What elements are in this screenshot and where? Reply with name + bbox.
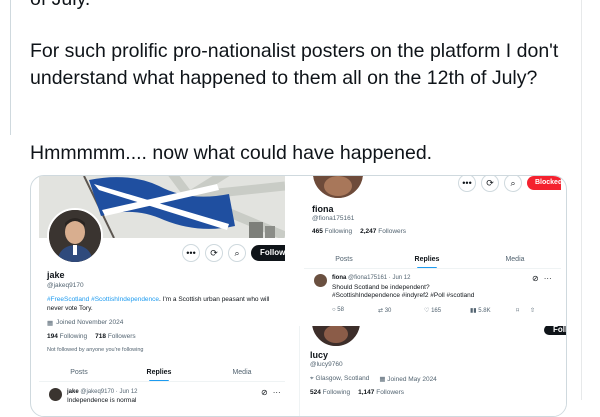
- grok-icon[interactable]: ⊘: [261, 388, 268, 397]
- post-header: fiona @fiona175161 · Jun 12: [332, 275, 411, 281]
- views-icon: ▮▮: [470, 308, 477, 314]
- following-link[interactable]: 194 Following: [47, 333, 87, 340]
- avatar-photo: [49, 210, 101, 262]
- post-actions: ⊘ ···: [532, 274, 552, 283]
- search-icon[interactable]: ⌕: [504, 176, 522, 192]
- repost-icon: ⇄: [378, 308, 384, 314]
- avatar-photo: [312, 326, 360, 346]
- avatar[interactable]: [310, 326, 362, 348]
- following-link[interactable]: 465 Following: [312, 228, 352, 235]
- profile-tabs: Posts Replies Media: [39, 369, 285, 382]
- profile-handle: @fiona175161: [312, 215, 355, 222]
- like-icon: ♡: [424, 308, 430, 314]
- profile-actions: ••• ⟳ ⌕ Follow: [182, 244, 285, 262]
- post-avatar[interactable]: [314, 274, 327, 287]
- thread-line: [10, 0, 11, 135]
- profile-handle: @lucy9760: [310, 361, 343, 368]
- blocked-button[interactable]: Blocked: [527, 176, 561, 190]
- bio-hashtags[interactable]: #FreeScotland #ScottishIndependence: [47, 296, 159, 303]
- profile-bio: #FreeScotland #ScottishIndependence. I'm…: [47, 295, 279, 313]
- profile-meta: ▦ Joined November 2024: [47, 319, 123, 327]
- tweet-paragraph-1: For such prolific pro-nationalist poster…: [30, 40, 559, 89]
- followers-link[interactable]: 718 Followers: [95, 333, 135, 340]
- profile-tabs: Posts Replies Media: [304, 256, 560, 269]
- profile-handle: @jakeq9170: [47, 282, 84, 289]
- tab-posts[interactable]: Posts: [39, 369, 119, 376]
- divider: [39, 381, 285, 382]
- tweet-image[interactable]: ••• ⟳ ⌕ Follow jake @jakeq9170 #FreeScot…: [30, 175, 567, 417]
- following-link[interactable]: 524 Following: [310, 389, 350, 396]
- calendar-icon: ▦: [47, 320, 54, 327]
- profile-actions: ••• ⟳ ⌕ Blocked: [458, 176, 561, 192]
- profile-meta: ⌖ Glasgow, Scotland ▦ Joined May 2024: [310, 375, 437, 383]
- tab-posts[interactable]: Posts: [304, 256, 384, 263]
- more-icon[interactable]: ···: [273, 388, 281, 397]
- profile-card-jake: ••• ⟳ ⌕ Follow jake @jakeq9170 #FreeScot…: [39, 176, 285, 416]
- post-engagement: ○ 58 ⇄ 30 ♡ 165 ▮▮ 5.8K ⌑ ⇧: [332, 307, 544, 314]
- bookmark-icon[interactable]: ⌑: [516, 307, 530, 314]
- avatar[interactable]: [47, 208, 103, 264]
- more-icon[interactable]: •••: [458, 176, 476, 192]
- avatar[interactable]: [311, 176, 365, 200]
- refresh-icon[interactable]: ⟳: [205, 244, 223, 262]
- reply-count[interactable]: ○ 58: [332, 307, 378, 314]
- follow-counts: 465 Following 2,247 Followers: [312, 228, 406, 235]
- not-followed-note: Not followed by anyone you're following: [47, 347, 144, 353]
- follow-button[interactable]: Follow: [251, 245, 285, 261]
- tab-media[interactable]: Media: [470, 256, 560, 263]
- more-icon[interactable]: ···: [544, 274, 552, 283]
- tab-replies[interactable]: Replies: [384, 256, 470, 269]
- post-hashtags[interactable]: #ScottishIndependence #indyref2 #Poll #s…: [332, 292, 474, 301]
- views-count[interactable]: ▮▮ 5.8K: [470, 307, 516, 314]
- follow-button[interactable]: Follow: [544, 326, 566, 335]
- avatar-photo: [313, 176, 363, 198]
- profile-card-lucy: Follow lucy @lucy9760 ⌖ Glasgow, Scotlan…: [299, 326, 566, 416]
- joined-date: Joined November 2024: [56, 319, 124, 326]
- joined-date: ▦ Joined May 2024: [379, 376, 437, 383]
- followers-link[interactable]: 2,247 Followers: [360, 228, 406, 235]
- divider: [304, 268, 561, 269]
- followers-link[interactable]: 1,147 Followers: [358, 389, 404, 396]
- profile-actions: Follow: [544, 326, 566, 335]
- tab-media[interactable]: Media: [199, 369, 285, 376]
- location-icon: ⌖: [310, 375, 314, 382]
- post-actions: ⊘ ···: [261, 388, 281, 397]
- like-count[interactable]: ♡ 165: [424, 307, 470, 314]
- profile-card-fiona: ••• ⟳ ⌕ Blocked fiona @fiona175161 465 F…: [286, 176, 561, 324]
- grok-icon[interactable]: ⊘: [532, 274, 539, 283]
- refresh-icon[interactable]: ⟳: [481, 176, 499, 192]
- follow-counts: 524 Following 1,147 Followers: [310, 389, 404, 396]
- search-icon[interactable]: ⌕: [228, 244, 246, 262]
- repost-count[interactable]: ⇄ 30: [378, 307, 424, 314]
- reply-icon: ○: [332, 307, 336, 313]
- tweet-paragraph-2: Hmmmmm.... now what could have happened.: [30, 142, 433, 164]
- tweet-line-0: of July.: [30, 0, 90, 13]
- post-header: jake @jakeq9170 · Jun 12: [67, 389, 138, 395]
- follow-counts: 194 Following 718 Followers: [47, 333, 136, 340]
- calendar-icon: ▦: [379, 376, 386, 383]
- profile-name: jake: [47, 270, 65, 280]
- tab-replies[interactable]: Replies: [119, 369, 199, 382]
- location: ⌖ Glasgow, Scotland: [310, 375, 370, 382]
- more-icon[interactable]: •••: [182, 244, 200, 262]
- profile-name: fiona: [312, 204, 334, 214]
- post-avatar[interactable]: [49, 388, 62, 401]
- share-icon[interactable]: ⇧: [530, 307, 544, 314]
- post-text: Independence is normal: [67, 397, 137, 404]
- profile-name: lucy: [310, 350, 329, 360]
